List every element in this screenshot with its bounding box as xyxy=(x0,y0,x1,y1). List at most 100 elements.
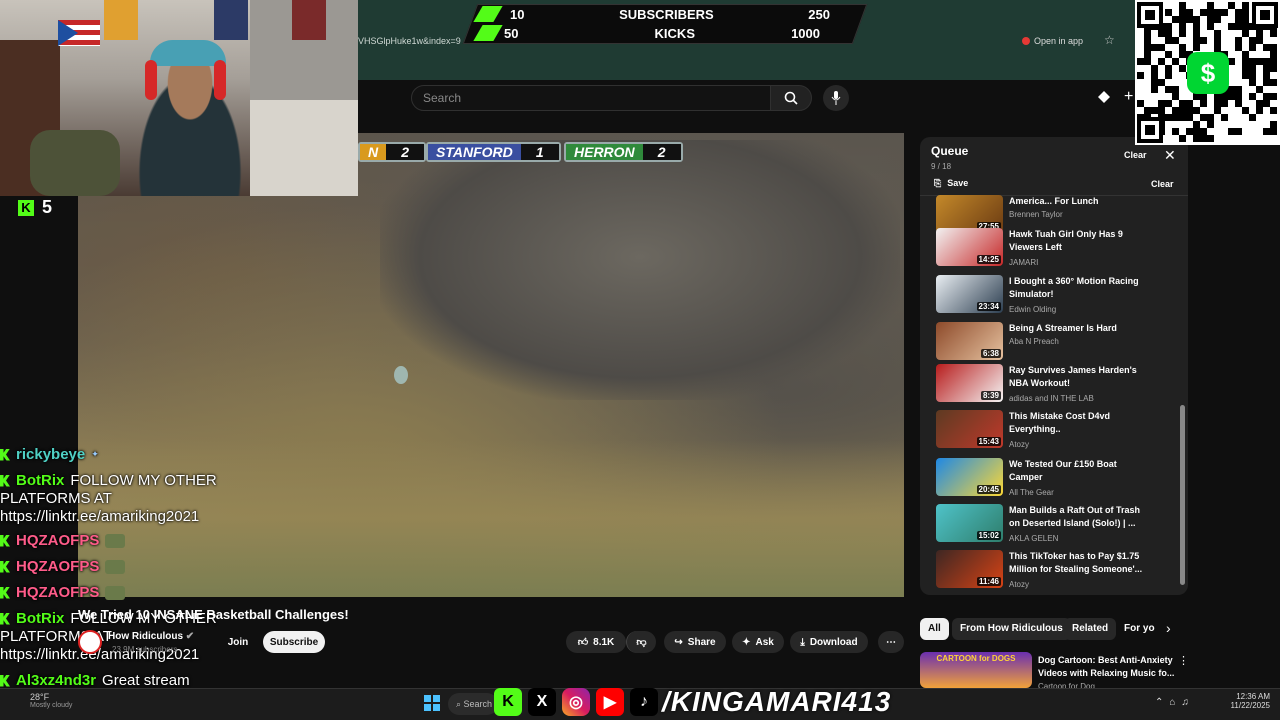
queue-title: Queue xyxy=(931,144,969,158)
scrollbar-thumb[interactable] xyxy=(1180,405,1185,585)
video-duration: 23:34 xyxy=(976,302,1001,311)
next-video-thumbnail[interactable]: CARTOON for DOGS xyxy=(920,652,1032,688)
queue-item-title[interactable]: Hawk Tuah Girl Only Has 9 Viewers Left xyxy=(1009,228,1149,254)
emote-icon xyxy=(105,559,126,574)
subscribe-button[interactable]: Subscribe xyxy=(263,631,325,653)
queue-item-title[interactable]: We Tested Our £150 Boat Camper xyxy=(1009,458,1149,484)
video-duration: 6:38 xyxy=(980,349,1001,358)
queue-item[interactable]: 8:39 Ray Survives James Harden's NBA Work… xyxy=(936,364,1176,404)
like-count: 8.1K xyxy=(593,636,615,648)
subscriber-count: 23.9M subscribers xyxy=(112,645,178,654)
queue-item[interactable]: 20:45 We Tested Our £150 Boat Camper All T… xyxy=(936,458,1176,498)
queue-item-title[interactable]: Ray Survives James Harden's NBA Workout! xyxy=(1009,364,1149,390)
bookmark-star-icon[interactable]: ☆ xyxy=(1104,33,1115,47)
join-button[interactable]: Join xyxy=(222,631,254,653)
queue-item-channel: AKLA GELEN xyxy=(1009,534,1059,543)
more-vert-icon[interactable]: ⋮ xyxy=(1178,654,1189,667)
save-label: Save xyxy=(947,178,969,188)
search-button[interactable] xyxy=(770,85,812,111)
save-button[interactable]: ⎘ Save xyxy=(934,178,968,189)
queue-thumbnail[interactable]: 15:43 xyxy=(936,410,1003,448)
video-frame-ball xyxy=(394,366,408,384)
queue-item[interactable]: 14:25 Hawk Tuah Girl Only Has 9 Viewers L… xyxy=(936,228,1176,268)
chevron-right-icon[interactable]: › xyxy=(1166,620,1171,636)
join-label: Join xyxy=(227,636,249,648)
chat-username: HQZAOFPS xyxy=(16,532,100,549)
queue-item-title[interactable]: Man Builds a Raft Out of Trash on Desert… xyxy=(1009,504,1149,530)
weather-text: Mostly cloudy xyxy=(30,702,73,709)
subscribe-label: Subscribe xyxy=(269,636,319,648)
weather-widget[interactable]: 28°F Mostly cloudy xyxy=(30,692,72,709)
chat-text: FOLLOW MY OTHER xyxy=(70,472,217,489)
search-input[interactable]: Search xyxy=(411,85,771,111)
queue-item[interactable]: 23:34 I Bought a 360° Motion Racing Simul… xyxy=(936,275,1176,315)
create-icon[interactable] xyxy=(1096,89,1112,105)
queue-item[interactable]: 11:46 This TikToker has to Pay $1.75 Mill… xyxy=(936,550,1176,590)
download-icon: ⤓ xyxy=(800,636,805,648)
queue-thumbnail[interactable]: 20:45 xyxy=(936,458,1003,496)
next-video-title[interactable]: Dog Cartoon: Best Anti-Anxiety Videos wi… xyxy=(1038,654,1178,680)
chat-username: BotRix xyxy=(16,610,65,627)
chat-username: HQZAOFPS xyxy=(16,558,100,575)
kick-badge-icon xyxy=(0,534,10,547)
queue-item[interactable]: 15:02 Man Builds a Raft Out of Trash on D… xyxy=(936,504,1176,544)
download-label: Download xyxy=(809,636,858,648)
queue-thumbnail[interactable]: 23:34 xyxy=(936,275,1003,313)
queue-thumbnail[interactable]: 6:38 xyxy=(936,322,1003,360)
queue-item-title[interactable]: This Mistake Cost D4vd Everything.. xyxy=(1009,410,1149,436)
windows-start-icon[interactable] xyxy=(424,695,440,711)
queue-item-title[interactable]: This TikToker has to Pay $1.75 Million f… xyxy=(1009,550,1149,576)
viewer-count: 5 xyxy=(42,197,53,217)
queue-thumbnail[interactable]: 14:25 xyxy=(936,228,1003,266)
kick-icon: K xyxy=(494,688,522,716)
goal-row-subscribers: 10 SUBSCRIBERS 250 xyxy=(490,5,850,23)
chip-for-you[interactable]: For yo xyxy=(1116,618,1163,640)
queue-item-channel: JAMARI xyxy=(1009,258,1039,267)
clear-queue-button[interactable]: Clear xyxy=(1151,179,1174,189)
chip-related[interactable]: Related xyxy=(1064,618,1117,640)
download-button[interactable]: ⤓ Download xyxy=(790,631,868,653)
taskbar-search[interactable]: ⌕ Search xyxy=(448,693,498,715)
ask-button[interactable]: ✦ Ask xyxy=(732,631,784,653)
open-in-app-button[interactable]: Open in app xyxy=(1022,33,1083,49)
queue-thumbnail[interactable]: 15:02 xyxy=(936,504,1003,542)
queue-scrollbar[interactable] xyxy=(1180,200,1185,590)
search-icon xyxy=(784,91,798,105)
queue-item-title[interactable]: America... For Lunch xyxy=(1009,195,1149,208)
score-team-1: N 2 xyxy=(358,142,427,162)
clear-button[interactable]: Clear xyxy=(1124,150,1147,160)
taskbar-search-label: Search xyxy=(463,699,493,709)
channel-name[interactable]: How Ridiculous ✔ xyxy=(108,631,194,642)
queue-item[interactable]: 6:38 Being A Streamer Is Hard Aba N Preach xyxy=(936,322,1176,362)
queue-item-title[interactable]: I Bought a 360° Motion Racing Simulator! xyxy=(1009,275,1149,301)
queue-item-channel: Aba N Preach xyxy=(1009,337,1059,346)
voice-search-button[interactable] xyxy=(823,85,849,111)
queue-item-channel: Edwin Olding xyxy=(1009,305,1057,314)
app-icon xyxy=(1022,37,1030,45)
plus-icon[interactable]: + xyxy=(1124,88,1133,106)
dislike-button[interactable]: 👎︎ xyxy=(626,631,656,653)
ask-label: Ask xyxy=(755,636,774,648)
chip-all[interactable]: All xyxy=(920,618,949,640)
more-actions-button[interactable]: ⋯ xyxy=(878,631,904,653)
chat-username: BotRix xyxy=(16,472,65,489)
weather-temp: 28°F xyxy=(30,692,50,702)
kick-logo-icon: K xyxy=(18,199,34,216)
verified-icon: ✔ xyxy=(185,631,195,642)
chip-from-channel[interactable]: From How Ridiculous xyxy=(952,618,1071,640)
tray-icons[interactable]: ⌃⌂♫ xyxy=(1155,697,1195,708)
queue-item-title[interactable]: Being A Streamer Is Hard xyxy=(1009,322,1149,335)
more-icon: ⋯ xyxy=(886,636,896,648)
queue-thumbnail[interactable]: 8:39 xyxy=(936,364,1003,402)
kick-badge-icon xyxy=(0,612,10,625)
score-team-2: STANFORD 1 xyxy=(426,142,561,162)
thumbs-up-icon: 👍︎ xyxy=(577,637,589,648)
channel-avatar[interactable] xyxy=(78,630,102,654)
queue-item[interactable]: 15:43 This Mistake Cost D4vd Everything..… xyxy=(936,410,1176,450)
team-points: 1 xyxy=(520,144,559,160)
queue-thumbnail[interactable]: 11:46 xyxy=(936,550,1003,588)
share-button[interactable]: ↪ Share xyxy=(664,631,726,653)
like-button[interactable]: 👍︎ 8.1K xyxy=(566,631,626,653)
chat-message: HQZAOFPS xyxy=(0,532,126,549)
close-icon[interactable]: ✕ xyxy=(1164,147,1176,164)
